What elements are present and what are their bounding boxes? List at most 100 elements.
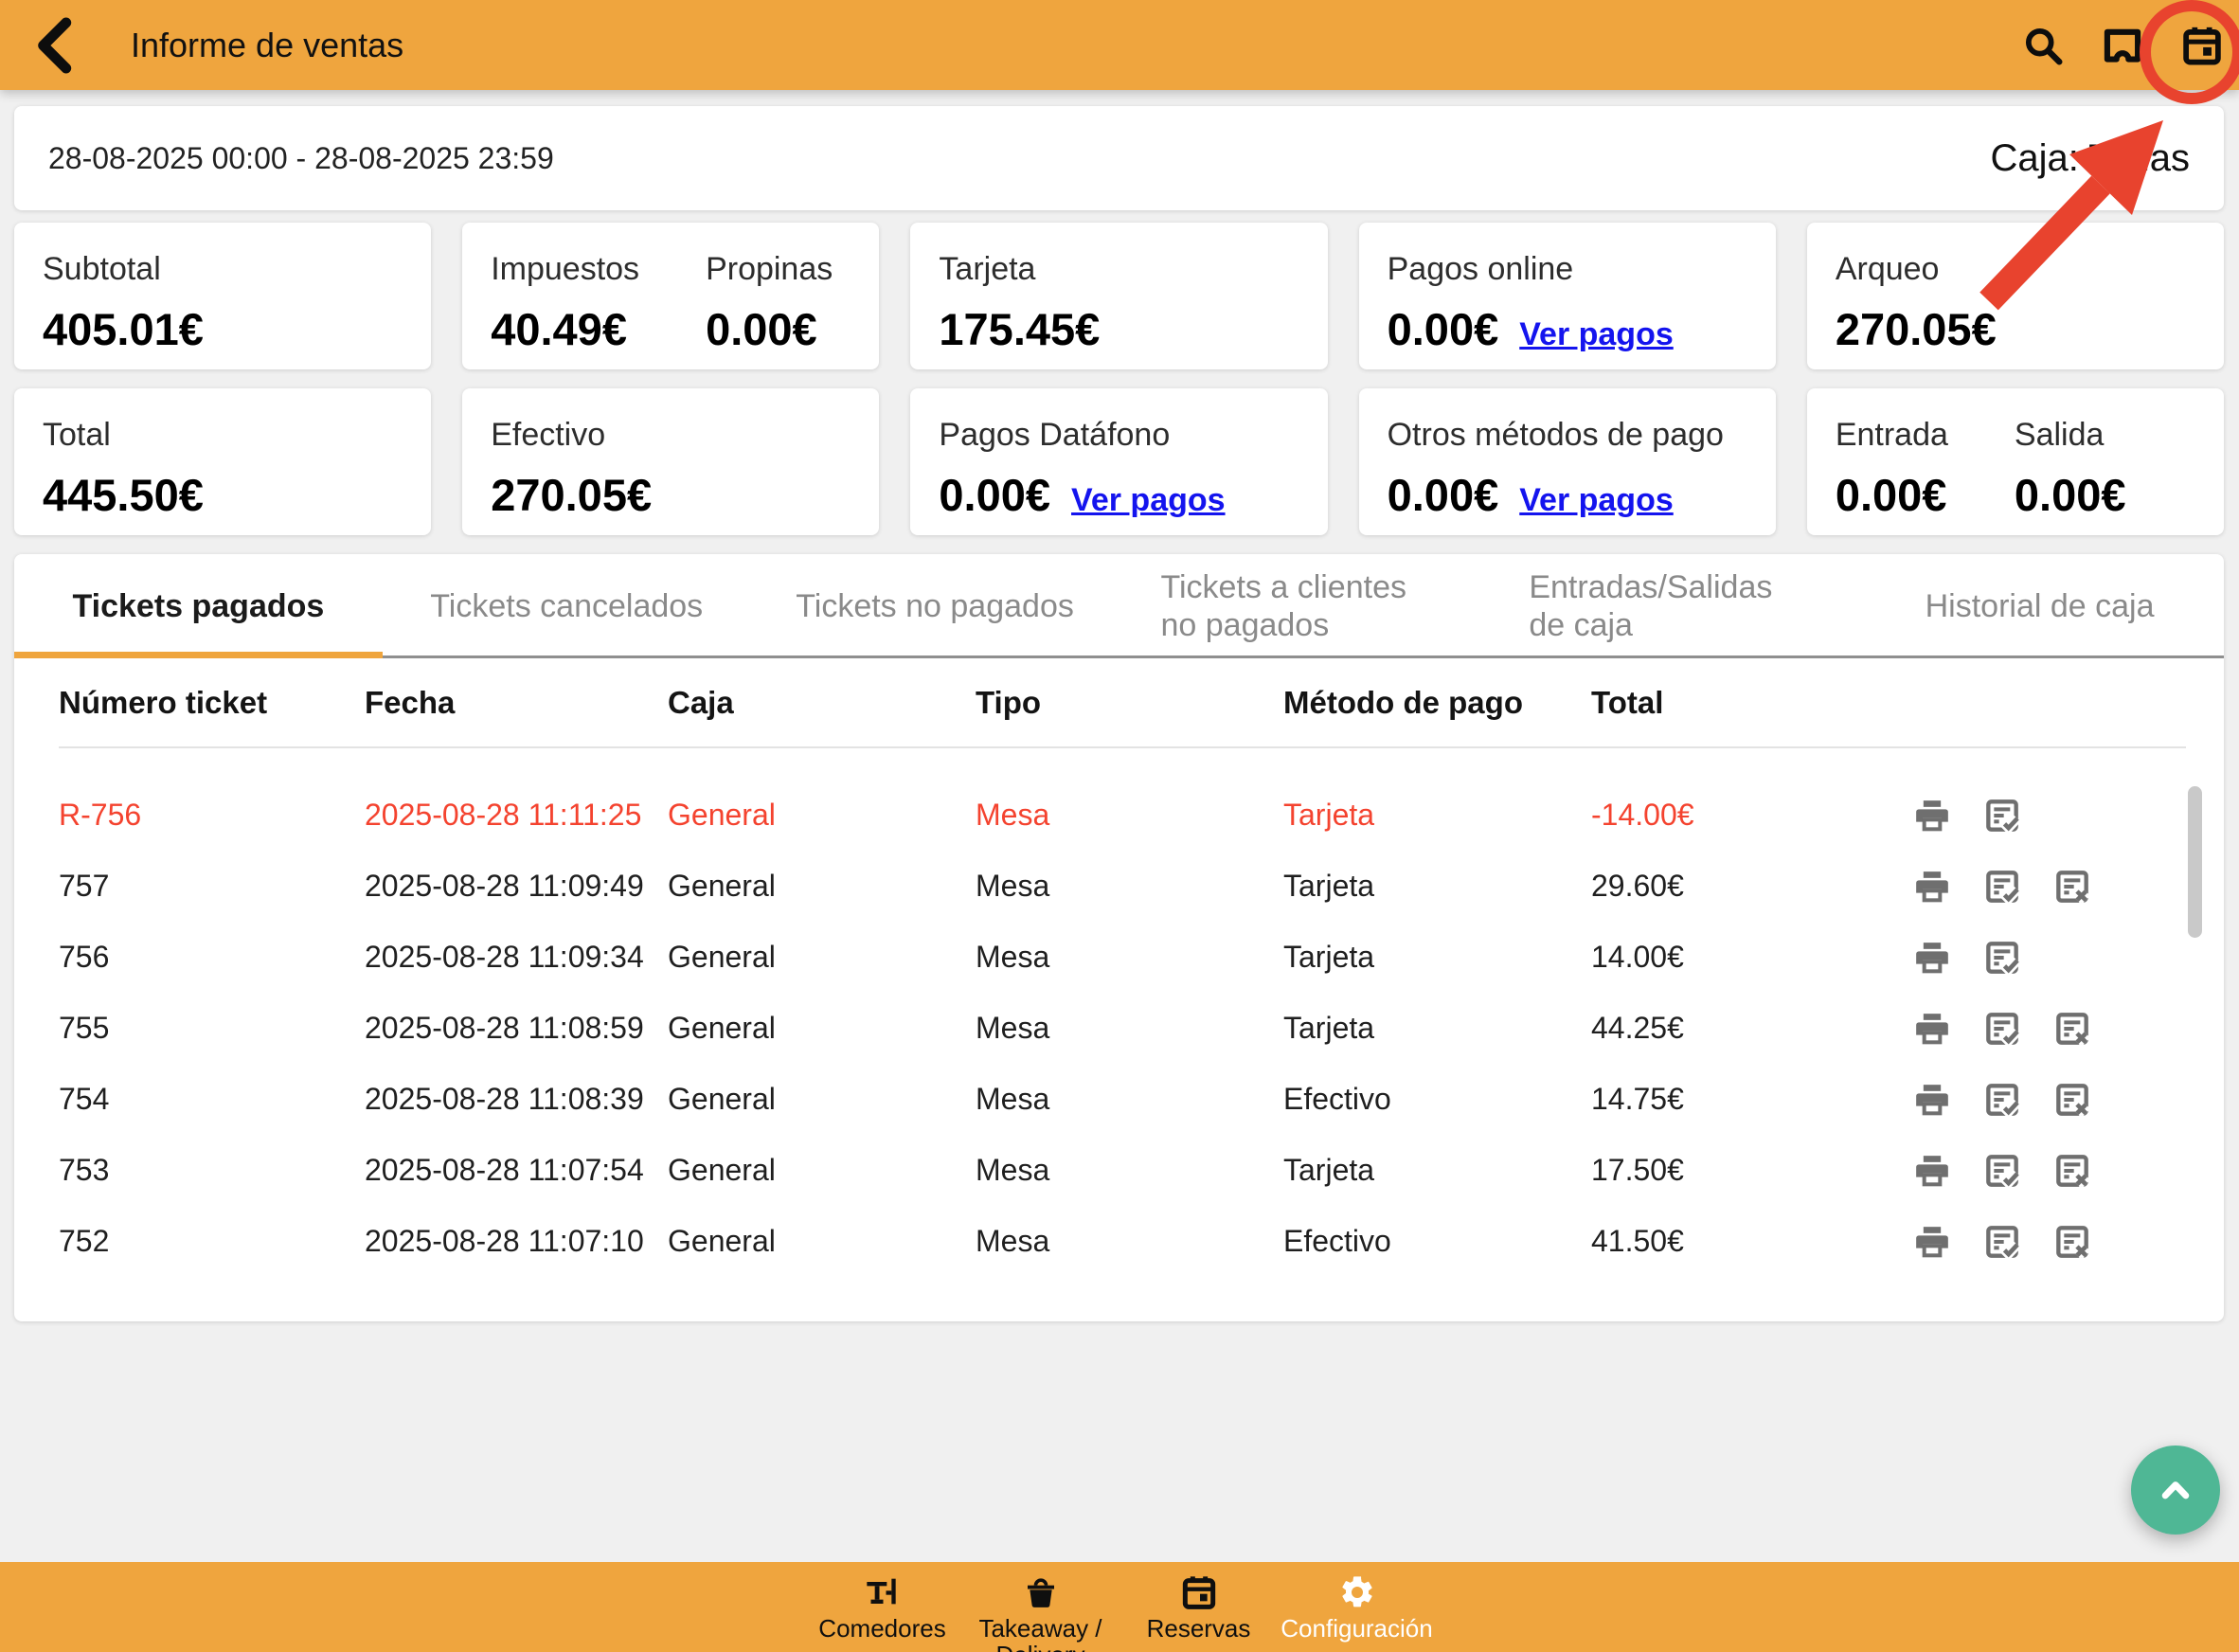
nav-item-configuraci-n[interactable]: Configuración (1278, 1562, 1436, 1652)
summary-card: Entrada0.00€Salida0.00€ (1807, 388, 2224, 535)
metric-value: 405.01€ (43, 303, 204, 355)
receipt-check-icon[interactable] (1983, 1152, 2021, 1190)
tab-tickets-no-pagados[interactable]: Tickets no pagados (751, 554, 1120, 658)
nav-item-reservas[interactable]: Reservas (1120, 1562, 1278, 1652)
summary-cards-row-2: Total445.50€Efectivo270.05€Pagos Datáfon… (14, 388, 2224, 535)
metric-label: Tarjeta (939, 251, 1100, 288)
cell-fecha: 2025-08-28 11:09:49 (365, 869, 668, 904)
table-row[interactable]: R-7562025-08-28 11:11:25GeneralMesaTarje… (14, 780, 2224, 851)
table-row[interactable]: 7572025-08-28 11:09:49GeneralMesaTarjeta… (14, 851, 2224, 922)
tab-entradas-salidas-de-caja[interactable]: Entradas/Salidas de caja (1487, 554, 1855, 658)
tickets-panel: Tickets pagados Tickets cancelados Tickets… (14, 554, 2224, 1321)
summary-metric: Pagos online0.00€Ver pagos (1388, 251, 1674, 369)
row-actions (1885, 797, 2186, 835)
row-actions (1885, 1081, 2186, 1119)
column-header: Número ticket (59, 685, 365, 721)
cell-caja: General (668, 1011, 976, 1046)
summary-card: Pagos online0.00€Ver pagos (1359, 223, 1776, 369)
app-header: Informe de ventas (0, 0, 2239, 90)
summary-metric: Pagos Datáfono0.00€Ver pagos (939, 417, 1225, 535)
caja-filter[interactable]: Caja: Todas (1990, 137, 2190, 180)
nav-item-comedores[interactable]: Comedores (803, 1562, 961, 1652)
cell-tipo: Mesa (976, 1224, 1283, 1259)
metric-value-line: 0.00€ (2015, 469, 2126, 521)
ver-pagos-link[interactable]: Ver pagos (1519, 482, 1674, 519)
scroll-top-button[interactable] (2131, 1446, 2220, 1535)
cell-total: 14.00€ (1591, 940, 1885, 975)
cell-ticket: 753 (59, 1153, 365, 1188)
ver-pagos-link[interactable]: Ver pagos (1071, 482, 1226, 519)
cell-total: 14.75€ (1591, 1082, 1885, 1117)
receipt-x-icon[interactable] (2053, 1152, 2091, 1190)
tab-tickets-pagados[interactable]: Tickets pagados (14, 554, 383, 658)
metric-value: 0.00€ (1836, 469, 1947, 521)
scrollbar-thumb[interactable] (2188, 786, 2202, 938)
metric-value-line: 0.00€ (706, 303, 833, 355)
metric-label: Subtotal (43, 251, 204, 288)
cell-metodo: Tarjeta (1283, 798, 1591, 833)
summary-card: Arqueo270.05€ (1807, 223, 2224, 369)
row-actions (1885, 939, 2186, 977)
receipt-check-icon[interactable] (1983, 868, 2021, 906)
receipt-check-icon[interactable] (1983, 1081, 2021, 1119)
tab-tickets-cancelados[interactable]: Tickets cancelados (383, 554, 751, 658)
cell-caja: General (668, 869, 976, 904)
metric-label: Impuestos (491, 251, 639, 288)
receipt-x-icon[interactable] (2053, 1081, 2091, 1119)
ver-pagos-link[interactable]: Ver pagos (1519, 316, 1674, 353)
row-actions (1885, 868, 2186, 906)
table-row[interactable]: 7532025-08-28 11:07:54GeneralMesaTarjeta… (14, 1135, 2224, 1206)
cell-fecha: 2025-08-28 11:08:59 (365, 1011, 668, 1046)
nav-item-label: Reservas (1147, 1615, 1251, 1642)
date-range-filter[interactable]: 28-08-2025 00:00 - 28-08-2025 23:59 (48, 141, 554, 176)
gear-icon (1336, 1573, 1378, 1611)
back-icon[interactable] (25, 12, 91, 79)
summary-metric: Salida0.00€ (2015, 417, 2126, 535)
nav-item-takeaway-delivery[interactable]: Takeaway / Delivery (961, 1562, 1120, 1652)
metric-value-line: 0.00€Ver pagos (1388, 303, 1674, 355)
print-icon[interactable] (1913, 939, 1951, 977)
sales-report-screen: Informe de ventas 28-08-2025 00:00 - 28-… (0, 0, 2239, 1652)
print-icon[interactable] (1913, 1152, 1951, 1190)
receipt-check-icon[interactable] (1983, 1223, 2021, 1261)
table-row[interactable]: 7562025-08-28 11:09:34GeneralMesaTarjeta… (14, 922, 2224, 993)
tab-tickets-a-clientes-no-pagados[interactable]: Tickets a clientes no pagados (1119, 554, 1487, 658)
receipt-check-icon[interactable] (1983, 797, 2021, 835)
calendar-icon[interactable] (2180, 24, 2224, 67)
cell-caja: General (668, 798, 976, 833)
cell-metodo: Efectivo (1283, 1082, 1591, 1117)
receipt-x-icon[interactable] (2053, 868, 2091, 906)
tab-label: Tickets cancelados (430, 587, 703, 625)
print-icon[interactable] (1913, 797, 1951, 835)
print-icon[interactable] (1913, 868, 1951, 906)
page-title: Informe de ventas (131, 26, 403, 65)
receipt-check-icon[interactable] (1983, 1010, 2021, 1048)
summary-card: Pagos Datáfono0.00€Ver pagos (910, 388, 1327, 535)
tab-historial-de-caja[interactable]: Historial de caja (1855, 554, 2224, 658)
print-icon[interactable] (1913, 1010, 1951, 1048)
table-row[interactable]: 7542025-08-28 11:08:39GeneralMesaEfectiv… (14, 1064, 2224, 1135)
table-row[interactable]: 7522025-08-28 11:07:10GeneralMesaEfectiv… (14, 1206, 2224, 1274)
metric-value: 445.50€ (43, 469, 204, 521)
metric-value: 40.49€ (491, 303, 627, 355)
cell-metodo: Tarjeta (1283, 940, 1591, 975)
print-icon[interactable] (1913, 1223, 1951, 1261)
metric-value-line: 270.05€ (1836, 303, 1997, 355)
tray-icon[interactable] (2101, 24, 2144, 67)
receipt-x-icon[interactable] (2053, 1010, 2091, 1048)
print-icon[interactable] (1913, 1081, 1951, 1119)
receipt-check-icon[interactable] (1983, 939, 2021, 977)
table-row[interactable]: 7552025-08-28 11:08:59GeneralMesaTarjeta… (14, 993, 2224, 1064)
metric-value-line: 0.00€Ver pagos (939, 469, 1225, 521)
row-actions (1885, 1223, 2186, 1261)
tab-label: Tickets pagados (73, 587, 325, 625)
cell-fecha: 2025-08-28 11:07:10 (365, 1224, 668, 1259)
cell-tipo: Mesa (976, 798, 1283, 833)
tabs-bar: Tickets pagados Tickets cancelados Tickets… (14, 554, 2224, 658)
cell-tipo: Mesa (976, 1153, 1283, 1188)
receipt-x-icon[interactable] (2053, 1223, 2091, 1261)
search-icon[interactable] (2021, 24, 2065, 67)
cell-tipo: Mesa (976, 1011, 1283, 1046)
cell-metodo: Tarjeta (1283, 1011, 1591, 1046)
metric-value: 270.05€ (1836, 303, 1997, 355)
